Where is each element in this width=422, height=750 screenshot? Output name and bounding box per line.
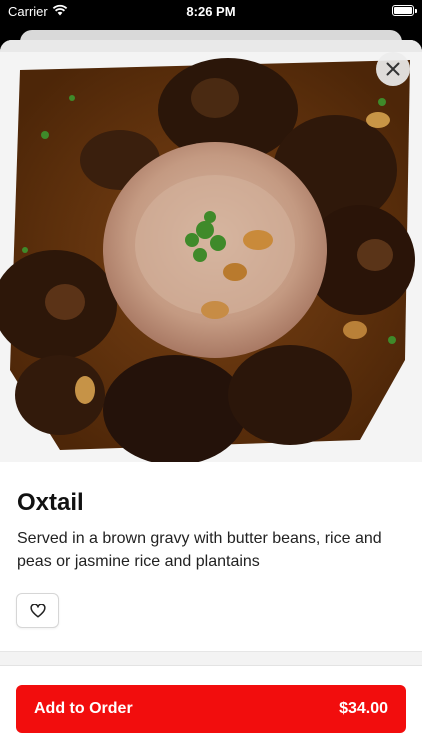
close-button[interactable]: [376, 52, 410, 86]
section-divider-bottom: [0, 665, 422, 666]
item-detail-sheet: Oxtail Served in a brown gravy with butt…: [0, 40, 422, 750]
close-icon: [386, 62, 400, 76]
item-price: $34.00: [339, 700, 388, 717]
add-to-order-button[interactable]: Add to Order $34.00: [16, 685, 406, 733]
item-photo: [0, 40, 422, 462]
item-description: Served in a brown gravy with butter bean…: [17, 530, 382, 570]
add-to-order-label: Add to Order: [34, 700, 133, 717]
battery-tip: [415, 9, 417, 13]
oxtail-dish-photo: [0, 40, 422, 462]
status-time: 8:26 PM: [186, 4, 236, 19]
status-bar: Carrier 8:26 PM: [0, 0, 422, 24]
battery-icon: [392, 5, 414, 16]
item-title: Oxtail: [17, 489, 84, 516]
favorite-button[interactable]: [16, 593, 59, 628]
heart-icon: [29, 603, 46, 618]
section-spacer: [0, 652, 422, 665]
